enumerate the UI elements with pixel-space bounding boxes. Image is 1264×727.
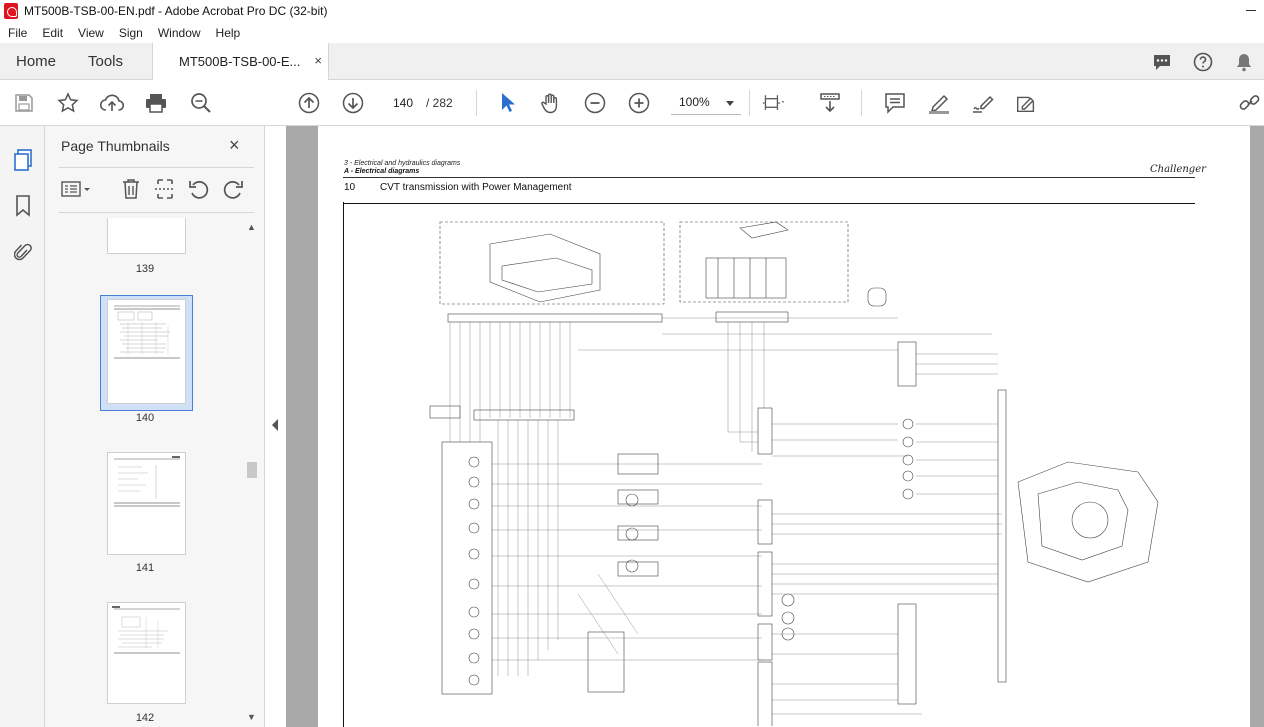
scroll-down-icon[interactable]: ▼	[247, 712, 256, 722]
tab-tools[interactable]: Tools	[88, 53, 123, 70]
document-view[interactable]: 3 - Electrical and hydraulics diagrams A…	[286, 126, 1264, 727]
thumbnail-page-139[interactable]	[107, 218, 186, 254]
next-page-icon[interactable]	[341, 92, 365, 114]
diagram-heading: CVT transmission with Power Management	[380, 182, 572, 193]
thumbnails-list: 139 140 141 142	[45, 216, 245, 727]
extract-pages-icon[interactable]	[153, 178, 177, 200]
zoom-in-icon[interactable]	[627, 92, 651, 114]
collapse-arrow-icon[interactable]	[272, 419, 278, 431]
panel-divider	[59, 212, 254, 213]
delete-pages-icon[interactable]	[119, 178, 143, 200]
menu-edit[interactable]: Edit	[34, 26, 70, 40]
close-tab-icon[interactable]: ×	[314, 53, 322, 68]
previous-page-icon[interactable]	[297, 92, 321, 114]
panel-divider	[59, 167, 254, 168]
thumbnail-page-140[interactable]	[107, 299, 186, 404]
menu-bar: File Edit View Sign Window Help	[0, 22, 1264, 43]
thumbnail-preview	[114, 305, 180, 359]
scroll-mode-icon[interactable]	[818, 92, 842, 114]
acrobat-app-icon	[4, 3, 18, 19]
close-panel-icon[interactable]: ×	[229, 135, 240, 156]
menu-view[interactable]: View	[70, 26, 111, 40]
fit-page-icon[interactable]	[762, 92, 786, 114]
page-number-input[interactable]: 140	[385, 91, 421, 115]
menu-window[interactable]: Window	[150, 26, 208, 40]
page-thumbnails-icon[interactable]	[11, 148, 35, 172]
tab-document[interactable]: MT500B-TSB-00-E... ×	[152, 43, 329, 80]
share-link-icon[interactable]	[1238, 92, 1262, 114]
main-toolbar: 140 / 282 100%	[0, 80, 1264, 126]
acrobat-window: MT500B-TSB-00-EN.pdf - Adobe Acrobat Pro…	[0, 0, 1264, 727]
title-bar: MT500B-TSB-00-EN.pdf - Adobe Acrobat Pro…	[0, 0, 1264, 22]
scrollbar-thumb[interactable]	[247, 462, 257, 478]
menu-file[interactable]: File	[0, 26, 34, 40]
wiring-diagram	[429, 221, 1159, 726]
help-icon[interactable]	[1192, 51, 1214, 73]
brand-logo: Challenger	[1150, 164, 1206, 175]
tab-home[interactable]: Home	[16, 53, 56, 70]
diagram-number: 10	[344, 182, 356, 193]
upload-cloud-icon[interactable]	[100, 92, 124, 114]
thumbnails-scrollbar[interactable]: ▲ ▼	[245, 218, 259, 727]
navigation-rail	[0, 126, 45, 727]
header-rule	[343, 177, 1195, 178]
tab-bar: Home Tools MT500B-TSB-00-E... ×	[0, 43, 1264, 80]
bookmarks-icon[interactable]	[11, 194, 35, 218]
thumbnail-preview	[114, 456, 180, 507]
notification-bell-icon[interactable]	[1233, 51, 1255, 73]
edit-stamp-icon[interactable]	[1014, 92, 1038, 114]
thumbnail-label: 140	[135, 412, 155, 424]
document-tab-label: MT500B-TSB-00-E...	[179, 54, 301, 69]
thumbnail-page-142[interactable]	[107, 602, 186, 704]
pdf-page: 3 - Electrical and hydraulics diagrams A…	[318, 126, 1250, 727]
highlight-pen-icon[interactable]	[927, 92, 951, 114]
bookmark-star-icon[interactable]	[56, 92, 80, 114]
menu-help[interactable]: Help	[208, 26, 248, 40]
hand-tool-icon[interactable]	[539, 92, 563, 114]
add-comment-icon[interactable]	[883, 92, 907, 114]
minimize-icon[interactable]	[1246, 10, 1256, 11]
page-section: 3 - Electrical and hydraulics diagrams	[344, 160, 461, 167]
toolbar-divider	[749, 90, 750, 116]
comment-bubble-icon[interactable]	[1151, 51, 1173, 73]
rotate-counterclockwise-icon[interactable]	[187, 178, 211, 200]
attachments-paperclip-icon[interactable]	[11, 240, 35, 264]
page-total: / 282	[426, 96, 453, 110]
page-subsection: A - Electrical diagrams	[344, 168, 420, 175]
print-icon[interactable]	[144, 92, 168, 114]
thumbnail-label: 139	[135, 263, 155, 275]
select-cursor-icon[interactable]	[496, 92, 520, 114]
thumbnail-label: 142	[135, 712, 155, 724]
thumbnail-label: 141	[135, 562, 155, 574]
panel-collapse-handle[interactable]	[268, 126, 286, 727]
scroll-up-icon[interactable]: ▲	[247, 222, 256, 232]
save-icon[interactable]	[12, 92, 36, 114]
draw-sign-icon[interactable]	[971, 92, 995, 114]
panel-title: Page Thumbnails	[61, 138, 170, 154]
thumbnail-page-141[interactable]	[107, 452, 186, 555]
page-thumbnails-panel: Page Thumbnails × 139 140 141 142 ▲ ▼	[45, 126, 265, 727]
thumbnail-options-icon[interactable]	[59, 178, 93, 200]
toolbar-divider	[861, 90, 862, 116]
toolbar-divider	[476, 90, 477, 116]
menu-sign[interactable]: Sign	[111, 26, 150, 40]
rotate-clockwise-icon[interactable]	[221, 178, 245, 200]
zoom-search-icon[interactable]	[189, 92, 213, 114]
zoom-dropdown-caret-icon[interactable]	[726, 101, 734, 106]
zoom-out-icon[interactable]	[583, 92, 607, 114]
thumbnail-preview	[112, 606, 180, 654]
window-title: MT500B-TSB-00-EN.pdf - Adobe Acrobat Pro…	[24, 4, 328, 18]
